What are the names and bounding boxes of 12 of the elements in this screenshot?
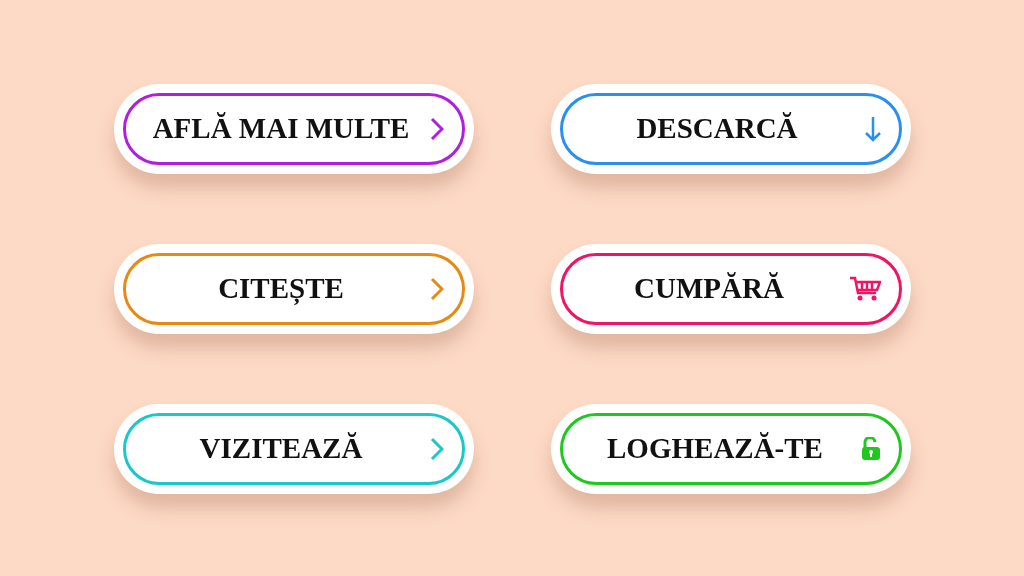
chevron-right-icon <box>430 437 444 461</box>
chevron-right-icon <box>430 277 444 301</box>
pill-button[interactable]: AFLĂ MAI MULTE <box>114 84 474 174</box>
chevron-right-icon <box>430 117 444 141</box>
cart-icon <box>849 276 881 302</box>
pill-button[interactable]: DESCARCĂ <box>551 84 911 174</box>
pill-button[interactable]: VIZITEAZĂ <box>114 404 474 494</box>
unlocked-padlock-icon <box>861 437 881 461</box>
pill-button[interactable]: LOGHEAZĂ-TE <box>551 404 911 494</box>
pill-button[interactable]: CITEȘTE <box>114 244 474 334</box>
pill-button[interactable]: CUMPĂRĂ <box>551 244 911 334</box>
arrow-down-icon <box>865 116 881 142</box>
